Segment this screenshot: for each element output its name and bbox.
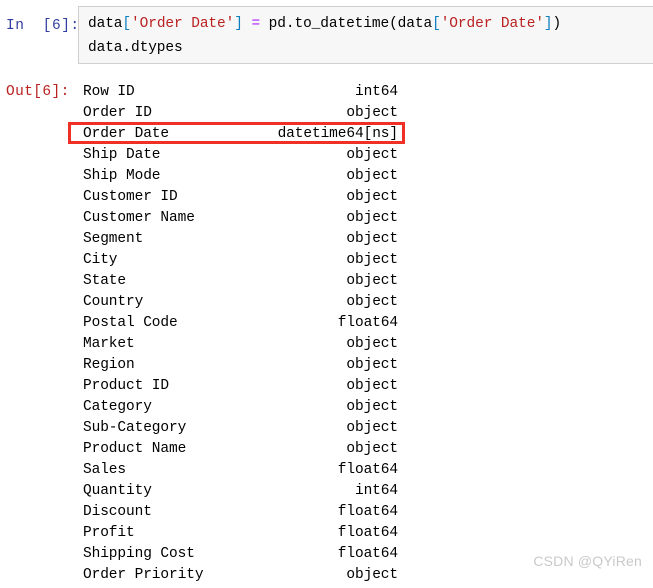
dtype-column-name: Country — [83, 294, 144, 310]
dtype-row: Customer ID object — [83, 187, 398, 208]
dtype-column-type: object — [346, 105, 398, 121]
code-lines-container[interactable]: data['Order Date'] = pd.to_datetime(data… — [79, 7, 653, 60]
dtype-column-name: Profit — [83, 525, 135, 541]
dtype-row: State object — [83, 271, 398, 292]
code-token-brk: ] — [543, 16, 553, 32]
code-token-plain: data.dtypes — [88, 40, 183, 56]
output-prompt-label: Out[6]: — [6, 84, 70, 100]
dtype-column-type: object — [346, 357, 398, 373]
dtype-column-name: Order Priority — [83, 567, 204, 583]
dtype-row: Order Date datetime64[ns] — [83, 124, 398, 145]
code-token-plain: data — [88, 16, 123, 32]
dtype-row: Ship Date object — [83, 145, 398, 166]
dtype-row: Product Name object — [83, 439, 398, 460]
code-token-str: 'Order Date' — [131, 16, 235, 32]
dtype-row: Sub-Category object — [83, 418, 398, 439]
dtype-column-name: State — [83, 273, 127, 289]
dtype-column-type: object — [346, 399, 398, 415]
dtype-row: Category object — [83, 397, 398, 418]
dtype-column-type: float64 — [337, 546, 398, 562]
dtype-column-type: object — [346, 210, 398, 226]
dtype-column-name: Sub-Category — [83, 420, 187, 436]
dtype-row: Order Priority object — [83, 565, 398, 586]
dtype-row: Shipping Cost float64 — [83, 544, 398, 565]
dtype-column-type: object — [346, 420, 398, 436]
dtype-row: Profit float64 — [83, 523, 398, 544]
dtype-column-name: Postal Code — [83, 315, 178, 331]
dtype-column-name: Ship Date — [83, 147, 161, 163]
dtype-column-type: float64 — [337, 315, 398, 331]
dtype-column-type: object — [346, 168, 398, 184]
dtype-row: City object — [83, 250, 398, 271]
dtype-row: Row ID int64 — [83, 82, 398, 103]
dtype-row: Sales float64 — [83, 460, 398, 481]
watermark-label: CSDN @QYiRen — [533, 553, 642, 569]
dtype-column-name: Product ID — [83, 378, 170, 394]
dtype-column-type: object — [346, 567, 398, 583]
dtype-column-type: object — [346, 378, 398, 394]
dtype-column-type: object — [346, 336, 398, 352]
code-token-op: = — [251, 16, 261, 32]
dtype-column-type: object — [346, 294, 398, 310]
dtype-column-type: float64 — [337, 525, 398, 541]
dtype-column-name: Order ID — [83, 105, 152, 121]
dtype-column-name: Order Date — [83, 126, 170, 142]
dtype-row: Order ID object — [83, 103, 398, 124]
dtype-row: Quantity int64 — [83, 481, 398, 502]
dtype-row: Product ID object — [83, 376, 398, 397]
dtype-column-type: object — [346, 231, 398, 247]
code-editor-box[interactable]: data['Order Date'] = pd.to_datetime(data… — [78, 6, 653, 64]
dtype-column-type: datetime64[ns] — [277, 126, 399, 142]
dtype-column-name: Shipping Cost — [83, 546, 195, 562]
dtype-column-type: object — [346, 252, 398, 268]
dtype-row: Region object — [83, 355, 398, 376]
dtype-column-type: float64 — [337, 462, 398, 478]
dtype-column-name: Category — [83, 399, 152, 415]
code-token-brk: [ — [122, 16, 132, 32]
code-token-plain: pd.to_datetime(data — [260, 16, 433, 32]
dtype-column-name: Product Name — [83, 441, 187, 457]
input-prompt-label: In [6]: — [6, 18, 80, 34]
dtype-column-type: object — [346, 189, 398, 205]
code-token-str: 'Order Date' — [440, 16, 544, 32]
dtype-row: Postal Code float64 — [83, 313, 398, 334]
dtype-column-name: Quantity — [83, 483, 152, 499]
dtype-row: Market object — [83, 334, 398, 355]
dtype-column-type: int64 — [354, 84, 398, 100]
dtype-column-name: Market — [83, 336, 135, 352]
code-line: data['Order Date'] = pd.to_datetime(data… — [79, 7, 653, 36]
dtype-column-name: Sales — [83, 462, 127, 478]
dtype-row: Segment object — [83, 229, 398, 250]
code-token-brk: [ — [432, 16, 441, 32]
dtype-column-name: Customer ID — [83, 189, 178, 205]
dtype-column-name: Row ID — [83, 84, 135, 100]
dtype-column-name: Region — [83, 357, 135, 373]
dtype-column-name: Customer Name — [83, 210, 195, 226]
code-token-brk: ] — [234, 16, 243, 32]
dtype-column-name: City — [83, 252, 118, 268]
dtype-column-type: object — [346, 147, 398, 163]
dtype-column-type: int64 — [354, 483, 398, 499]
dtype-column-type: object — [346, 441, 398, 457]
dtype-column-type: object — [346, 273, 398, 289]
code-line: data.dtypes — [79, 36, 653, 60]
dtype-row: Customer Name object — [83, 208, 398, 229]
dtype-row: Discount float64 — [83, 502, 398, 523]
dtype-column-name: Segment — [83, 231, 144, 247]
dtypes-list: Row ID int64 Order ID object Order Date datet… — [83, 82, 398, 586]
dtype-column-type: float64 — [337, 504, 398, 520]
dtype-row: Ship Mode object — [83, 166, 398, 187]
dtype-column-name: Discount — [83, 504, 152, 520]
dtype-row: Country object — [83, 292, 398, 313]
code-token-plain: ) — [552, 16, 562, 32]
dtype-column-name: Ship Mode — [83, 168, 161, 184]
notebook-input-cell[interactable]: In [6]: data['Order Date'] = pd.to_datet… — [0, 6, 653, 66]
